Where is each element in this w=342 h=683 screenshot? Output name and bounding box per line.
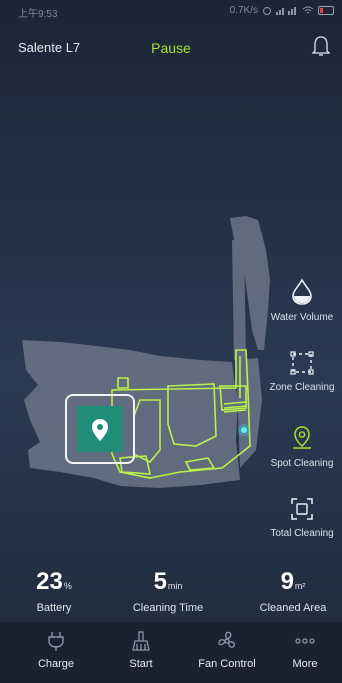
wifi-icon <box>302 6 314 14</box>
status-bar: 上午9:53 0.7K/s <box>0 0 342 22</box>
battery-label: Battery <box>36 602 72 614</box>
zone-cleaning-button[interactable]: Zone Cleaning <box>262 350 342 393</box>
spot-cleaning-button[interactable]: Spot Cleaning <box>262 424 342 469</box>
zone-icon <box>290 351 314 375</box>
cleaned-area-stat: 9m² Cleaned Area <box>250 568 336 614</box>
total-icon <box>291 498 313 520</box>
battery-icon <box>318 6 334 15</box>
water-drop-icon <box>292 278 312 305</box>
network-speed: 0.7K/s <box>229 5 258 16</box>
app-screen: 上午9:53 0.7K/s Salente L7 Pause Water Vol… <box>0 0 342 683</box>
battery-stat: 23% Battery <box>18 568 90 614</box>
broom-icon <box>132 631 150 651</box>
battery-value: 23 <box>36 568 63 595</box>
cleaning-time-stat: 5min Cleaning Time <box>118 568 218 614</box>
charge-button[interactable]: Charge <box>21 630 91 670</box>
fan-icon <box>218 631 236 648</box>
bell-icon[interactable] <box>310 34 332 58</box>
battery-unit: % <box>63 581 72 591</box>
spot-cleaning-label: Spot Cleaning <box>270 458 334 469</box>
start-button[interactable]: Start <box>106 630 176 670</box>
spot-marker-fill <box>77 406 123 452</box>
charge-label: Charge <box>37 658 75 670</box>
spot-marker[interactable] <box>65 394 135 464</box>
total-cleaning-label: Total Cleaning <box>270 528 334 539</box>
cleaned-area-unit: m² <box>294 581 306 591</box>
water-volume-label: Water Volume <box>270 312 334 323</box>
map-floor-area <box>22 216 270 488</box>
total-cleaning-button[interactable]: Total Cleaning <box>262 496 342 539</box>
alarm-icon <box>263 6 271 15</box>
fan-control-button[interactable]: Fan Control <box>185 630 269 670</box>
bottom-nav: Charge Start Fan Control More <box>0 622 342 683</box>
status-time: 上午9:53 <box>18 9 58 20</box>
water-volume-button[interactable]: Water Volume <box>262 278 342 323</box>
cleaning-time-label: Cleaning Time <box>132 602 204 614</box>
more-label: More <box>292 658 318 670</box>
fan-control-label: Fan Control <box>198 658 256 670</box>
location-pin-icon <box>92 419 108 441</box>
status-icons: 0.7K/s <box>230 5 334 16</box>
cleaned-area-value: 9 <box>280 568 294 595</box>
robot-state: Pause <box>151 40 191 56</box>
more-icon <box>295 638 315 644</box>
more-button[interactable]: More <box>275 630 335 670</box>
start-label: Start <box>129 658 153 670</box>
cleaning-time-unit: min <box>167 581 183 591</box>
signal-icon <box>276 7 296 15</box>
robot-dot <box>241 427 247 433</box>
plug-icon <box>48 632 64 651</box>
cleaning-time-value: 5 <box>153 568 167 595</box>
spot-pin-icon <box>293 426 311 449</box>
zone-cleaning-label: Zone Cleaning <box>269 382 335 393</box>
cleaned-area-label: Cleaned Area <box>259 602 327 614</box>
